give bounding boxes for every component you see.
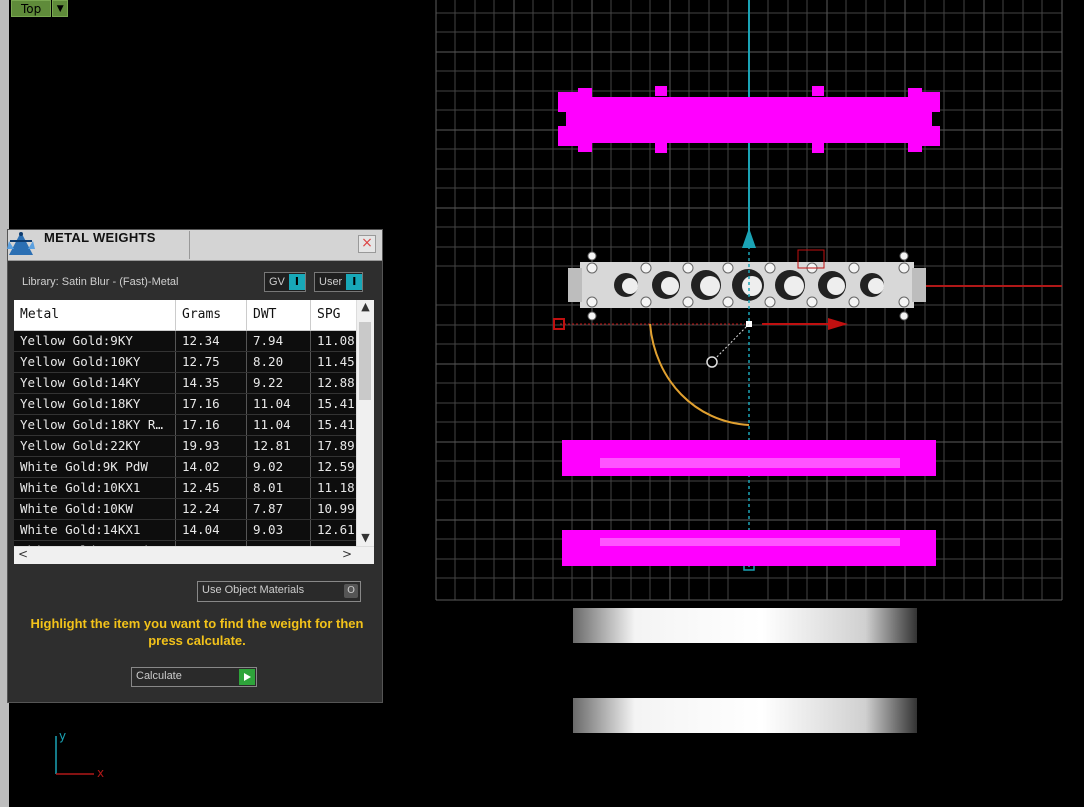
cell-spg: 11.45 [311, 352, 357, 372]
title-divider [189, 231, 190, 259]
table-header: Metal Grams DWT SPG [14, 300, 374, 331]
axis-triad: y x [55, 729, 104, 780]
cell-dwt: 9.22 [247, 373, 311, 393]
gv-toggle[interactable]: GV I [264, 272, 306, 292]
panel-title: METAL WEIGHTS [44, 230, 156, 245]
gv-toggle-label: GV [269, 276, 285, 288]
cell-spg: 12.88 [311, 373, 357, 393]
column-header-dwt[interactable]: DWT [247, 300, 311, 330]
cell-dwt: 7.94 [247, 331, 311, 351]
render-preview-2 [573, 698, 917, 733]
axis-y-label: y [59, 729, 66, 743]
scroll-thumb[interactable] [359, 322, 371, 400]
calculate-label: Calculate [136, 670, 182, 682]
user-toggle-label: User [319, 276, 343, 288]
cell-spg: 17.89 [311, 436, 357, 456]
cell-spg: 12.61 [311, 520, 357, 540]
table-row[interactable]: White Gold:9K PdW 14.02 9.02 12.59 [14, 457, 374, 478]
cell-metal: White Gold:10KW [14, 499, 176, 519]
render-preview-1 [573, 608, 917, 643]
cell-dwt: 11.04 [247, 394, 311, 414]
cell-spg: 12.59 [311, 457, 357, 477]
scroll-right-icon[interactable]: > [342, 547, 352, 561]
table-body: Yellow Gold:9KY 12.34 7.94 11.08 Yellow Gol… [14, 331, 374, 562]
table-row[interactable]: White Gold:14KX1 14.04 9.03 12.61 [14, 520, 374, 541]
cell-grams: 12.34 [176, 331, 247, 351]
cell-grams: 17.16 [176, 415, 247, 435]
cell-spg: 15.41 [311, 415, 357, 435]
panel-titlebar[interactable]: METAL WEIGHTS × [7, 230, 382, 261]
cell-metal: Yellow Gold:18KY [14, 394, 176, 414]
cell-grams: 12.75 [176, 352, 247, 372]
instruction-text: Highlight the item you want to find the … [30, 616, 364, 648]
toggle-knob-icon[interactable]: I [346, 274, 363, 290]
cell-grams: 12.24 [176, 499, 247, 519]
cell-metal: White Gold:9K PdW [14, 457, 176, 477]
calculate-button[interactable]: Calculate [131, 667, 257, 687]
cell-spg: 11.18 [311, 478, 357, 498]
toggle-knob-icon[interactable]: I [288, 274, 305, 290]
cell-metal: Yellow Gold:18KY R… [14, 415, 176, 435]
cell-metal: White Gold:14KX1 [14, 520, 176, 540]
magenta-band-2 [562, 530, 936, 566]
table-row[interactable]: Yellow Gold:9KY 12.34 7.94 11.08 [14, 331, 374, 352]
cell-grams: 12.45 [176, 478, 247, 498]
cell-dwt: 11.04 [247, 415, 311, 435]
cell-grams: 14.04 [176, 520, 247, 540]
play-icon[interactable] [239, 669, 255, 685]
close-icon[interactable]: × [358, 235, 376, 253]
use-object-materials-toggle[interactable]: Use Object Materials O [197, 581, 361, 602]
toggle-knob-icon[interactable]: O [344, 584, 358, 598]
table-row[interactable]: White Gold:10KW 12.24 7.87 10.99 [14, 499, 374, 520]
scroll-up-icon[interactable]: ▲ [357, 300, 374, 320]
cell-dwt: 9.02 [247, 457, 311, 477]
vertical-scrollbar[interactable]: ▲ ▼ [356, 300, 374, 548]
cell-dwt: 9.03 [247, 520, 311, 540]
cell-spg: 11.08 [311, 331, 357, 351]
cell-metal: Yellow Gold:10KY [14, 352, 176, 372]
magenta-band-1 [562, 440, 936, 476]
cell-metal: Yellow Gold:14KY [14, 373, 176, 393]
scale-logo-icon [7, 232, 35, 255]
cell-spg: 15.41 [311, 394, 357, 414]
column-header-spg[interactable]: SPG [311, 300, 357, 330]
cell-grams: 17.16 [176, 394, 247, 414]
horizontal-scrollbar[interactable]: < > [14, 546, 374, 564]
metal-table[interactable]: Metal Grams DWT SPG Yellow Gold:9KY 12.34… [14, 300, 374, 564]
cell-dwt: 8.20 [247, 352, 311, 372]
column-header-metal[interactable]: Metal [14, 300, 176, 330]
cell-spg: 10.99 [311, 499, 357, 519]
axis-x-label: x [97, 766, 104, 780]
use-object-materials-label: Use Object Materials [202, 584, 305, 596]
cell-dwt: 12.81 [247, 436, 311, 456]
table-row[interactable]: Yellow Gold:22KY 19.93 12.81 17.89 [14, 436, 374, 457]
metal-weights-panel: METAL WEIGHTS × Library: Satin Blur - (F… [7, 229, 383, 703]
cell-dwt: 7.87 [247, 499, 311, 519]
table-row[interactable]: White Gold:10KX1 12.45 8.01 11.18 [14, 478, 374, 499]
table-row[interactable]: Yellow Gold:18KY 17.16 11.04 15.41 [14, 394, 374, 415]
cell-grams: 14.35 [176, 373, 247, 393]
cell-metal: Yellow Gold:22KY [14, 436, 176, 456]
cell-grams: 14.02 [176, 457, 247, 477]
cell-metal: Yellow Gold:9KY [14, 331, 176, 351]
ring-band [568, 249, 926, 321]
column-header-grams[interactable]: Grams [176, 300, 247, 330]
cell-dwt: 8.01 [247, 478, 311, 498]
table-row[interactable]: Yellow Gold:14KY 14.35 9.22 12.88 [14, 373, 374, 394]
scroll-left-icon[interactable]: < [18, 547, 28, 561]
cell-metal: White Gold:10KX1 [14, 478, 176, 498]
cell-grams: 19.93 [176, 436, 247, 456]
table-row[interactable]: Yellow Gold:10KY 12.75 8.20 11.45 [14, 352, 374, 373]
library-label: Library: Satin Blur - (Fast)-Metal [22, 276, 179, 288]
table-row[interactable]: Yellow Gold:18KY R… 17.16 11.04 15.41 [14, 415, 374, 436]
user-toggle[interactable]: User I [314, 272, 364, 292]
